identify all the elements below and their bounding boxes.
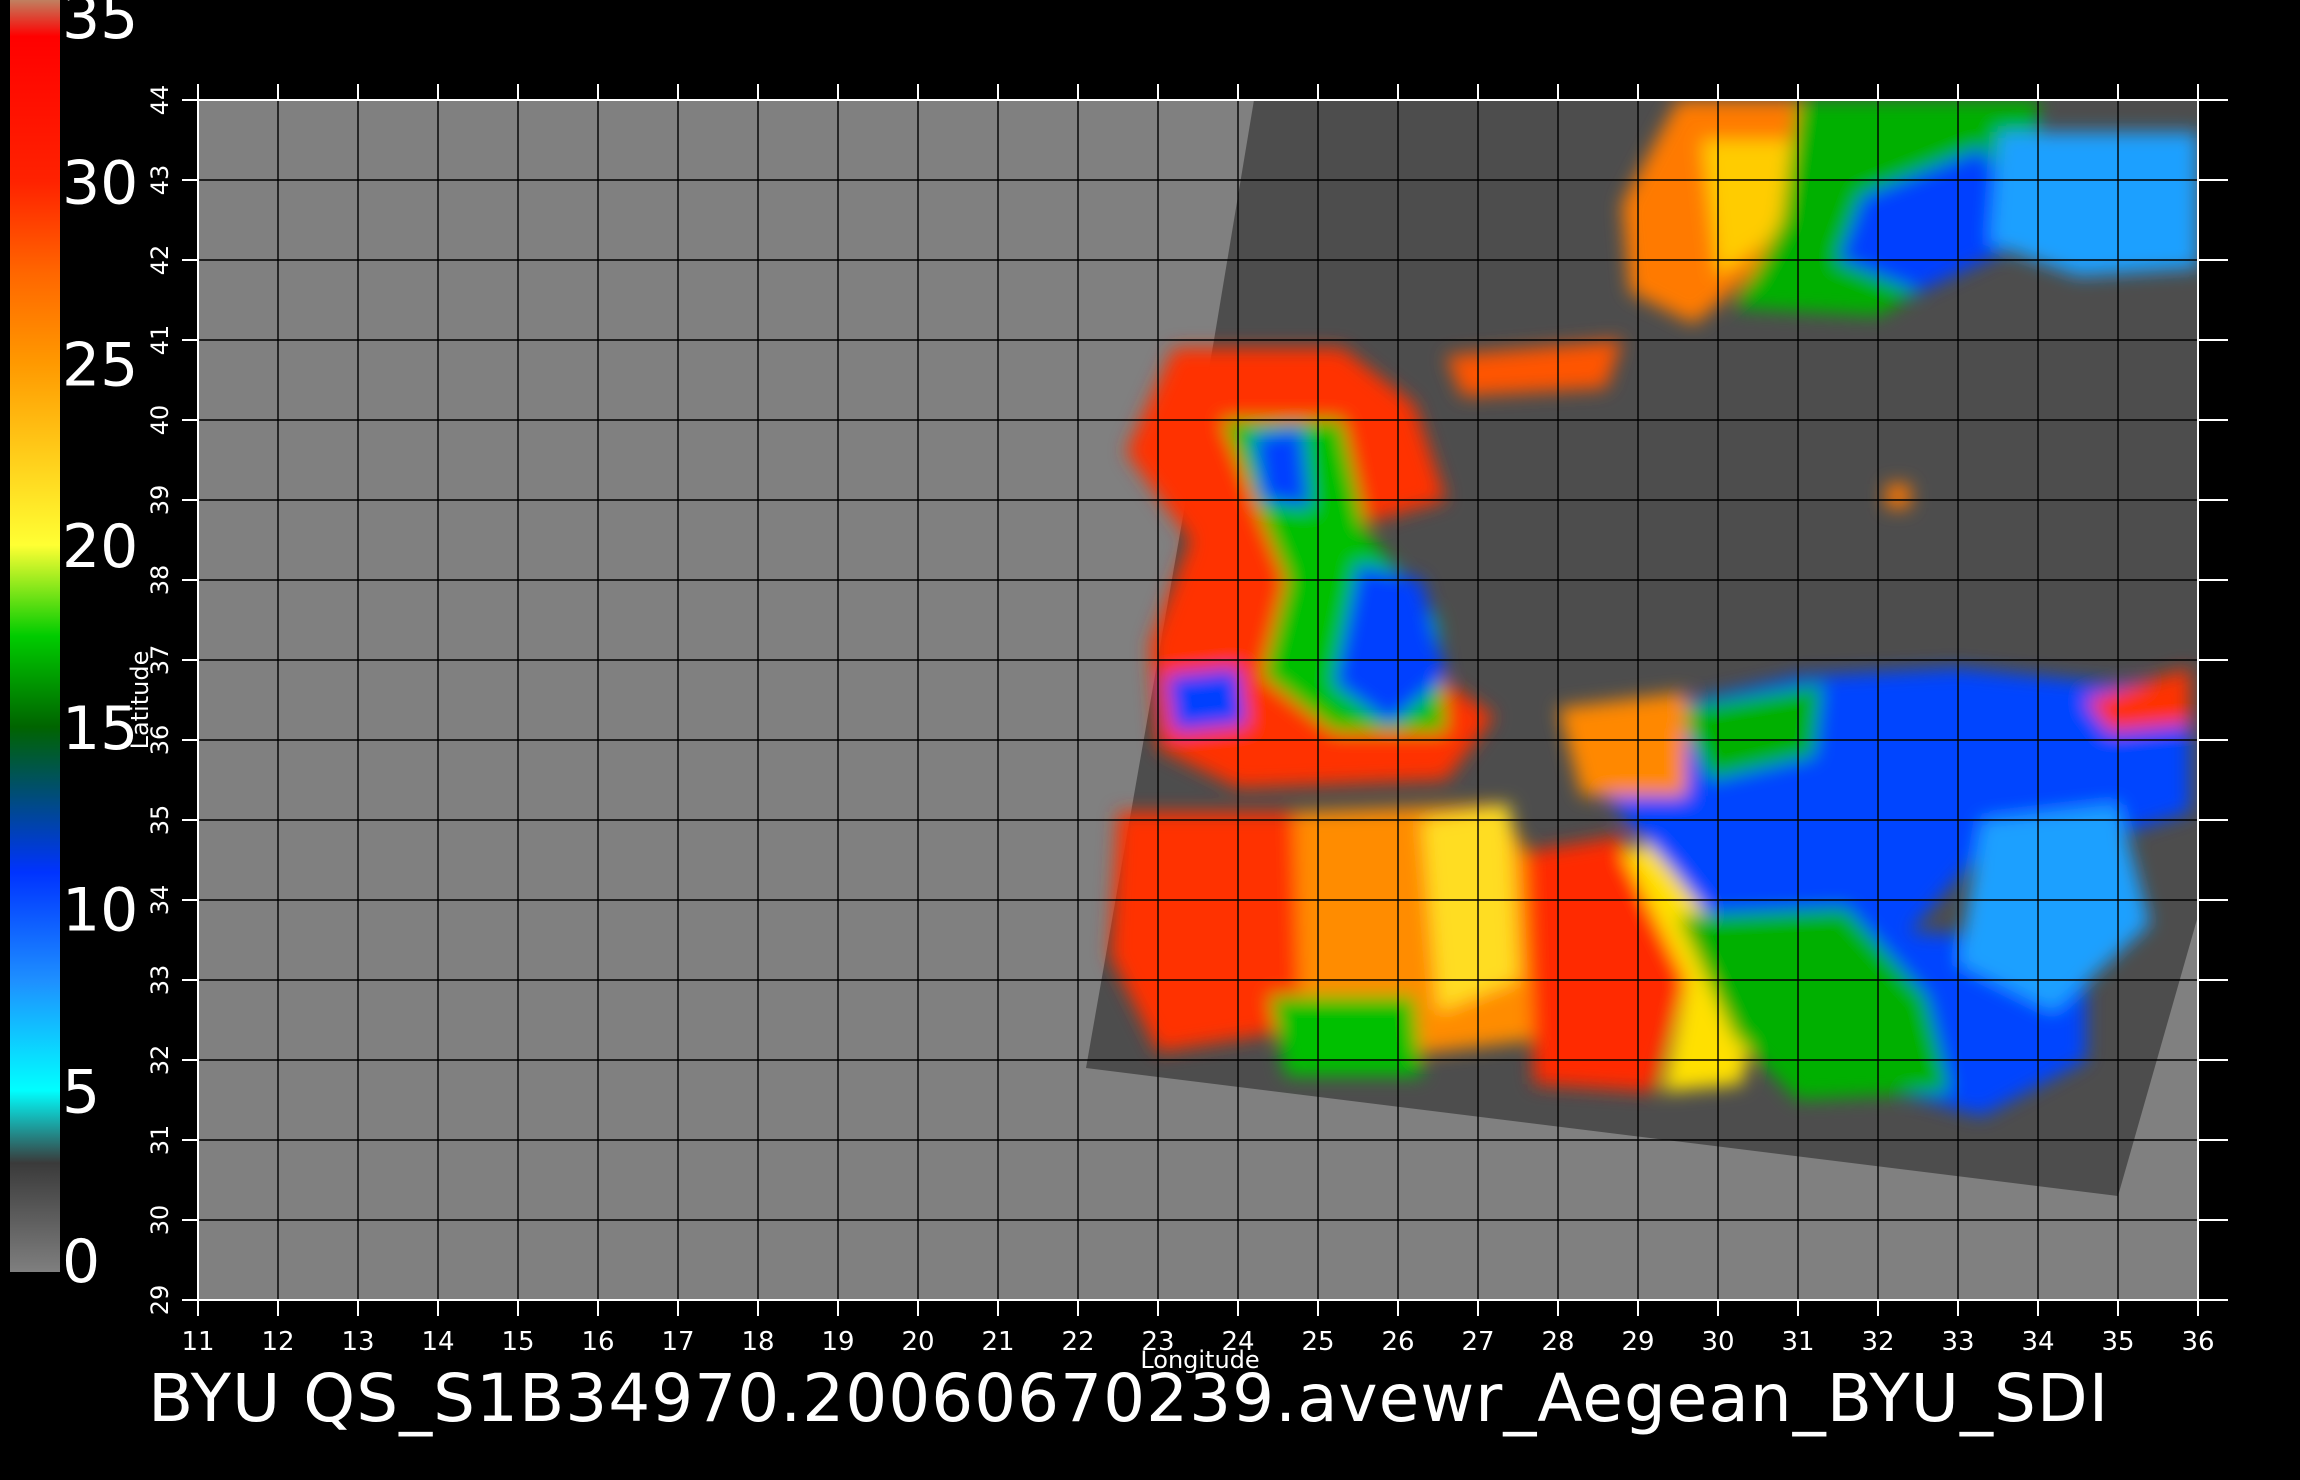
longitude-tick-label: 21: [981, 1327, 1014, 1357]
colorbar-ticks: 05101520253035: [62, 0, 138, 1297]
longitude-tick-label: 27: [1461, 1327, 1494, 1357]
y-axis-label: Latitude: [126, 651, 154, 750]
longitude-tick-label: 12: [261, 1327, 294, 1357]
island-spot: [1886, 484, 1910, 508]
longitude-tick-label: 18: [741, 1327, 774, 1357]
latitude-tick-label: 31: [146, 1125, 174, 1156]
latitude-tick-label: 39: [146, 485, 174, 516]
colorbar-tick-label: 35: [62, 0, 138, 53]
latitude-tick-label: 34: [146, 885, 174, 916]
latitude-tick-label: 40: [146, 405, 174, 436]
latitude-tick-label: 29: [146, 1285, 174, 1316]
colorbar-tick-label: 5: [62, 1057, 100, 1127]
longitude-tick-label: 19: [821, 1327, 854, 1357]
colorbar: [10, 0, 60, 1272]
longitude-tick-label: 14: [421, 1327, 454, 1357]
wind-map-figure: 05101520253035 11 12 13 14 15 16 17 18 19 20 21 22 2…: [10, 0, 2228, 1374]
colorbar-tick-label: 25: [62, 330, 138, 400]
longitude-tick-label: 33: [1941, 1327, 1974, 1357]
central-med-region: [1422, 804, 1518, 1012]
longitude-tick-label: 28: [1541, 1327, 1574, 1357]
longitude-tick-label: 22: [1061, 1327, 1094, 1357]
longitude-tick-label: 32: [1861, 1327, 1894, 1357]
longitude-tick-label: 25: [1301, 1327, 1334, 1357]
aegean-region: [1254, 428, 1310, 508]
latitude-tick-label: 30: [146, 1205, 174, 1236]
figure-caption: BYU QS_S1B34970.20060670239.avewr_Aegean…: [148, 1360, 2110, 1437]
longitude-tick-label: 30: [1701, 1327, 1734, 1357]
longitude-tick-label: 36: [2181, 1327, 2214, 1357]
latitude-tick-label: 35: [146, 805, 174, 836]
longitude-tick-label: 15: [501, 1327, 534, 1357]
latitude-tick-label: 41: [146, 325, 174, 356]
colorbar-tick-label: 10: [62, 876, 138, 946]
latitude-tick-label: 32: [146, 1045, 174, 1076]
longitude-tick-label: 20: [901, 1327, 934, 1357]
colorbar-tick-label: 0: [62, 1227, 100, 1297]
longitude-tick-label: 34: [2021, 1327, 2054, 1357]
longitude-tick-label: 16: [581, 1327, 614, 1357]
latitude-tick-label: 38: [146, 565, 174, 596]
aegean-region: [1166, 668, 1246, 732]
latitude-tick-label: 44: [146, 85, 174, 116]
colorbar-tick-label: 20: [62, 512, 138, 582]
longitude-tick-label: 35: [2101, 1327, 2134, 1357]
latitude-tick-label: 43: [146, 165, 174, 196]
longitude-tick-label: 13: [341, 1327, 374, 1357]
longitude-tick-label: 31: [1781, 1327, 1814, 1357]
colorbar-tick-label: 30: [62, 149, 138, 219]
longitude-tick-label: 26: [1381, 1327, 1414, 1357]
black-sea-region: [1990, 132, 2198, 276]
latitude-tick-label: 42: [146, 245, 174, 276]
latitude-tick-label: 33: [146, 965, 174, 996]
longitude-tick-label: 29: [1621, 1327, 1654, 1357]
longitude-tick-label: 17: [661, 1327, 694, 1357]
central-med-region: [1270, 996, 1422, 1076]
map-plot: [198, 100, 2198, 1300]
longitude-tick-label: 11: [181, 1327, 214, 1357]
